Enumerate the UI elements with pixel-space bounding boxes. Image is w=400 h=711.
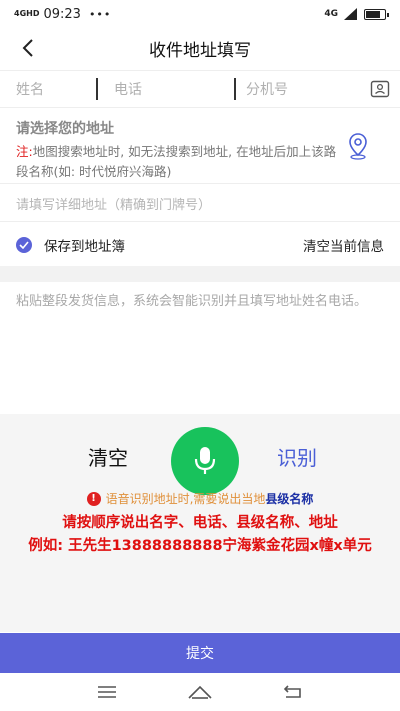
voice-panel: 清空 识别 ! 语音识别地址时,需要说出当地县级名称 请按顺序说出名字、电话、县… bbox=[0, 414, 400, 632]
status-bar: 4GHD 09:23 ••• 4G bbox=[0, 0, 400, 28]
check-circle-icon[interactable] bbox=[16, 237, 32, 253]
phone-input[interactable]: 电话 bbox=[96, 78, 234, 100]
system-nav-bar bbox=[0, 673, 400, 711]
back-arrow-icon bbox=[284, 685, 302, 698]
menu-icon bbox=[97, 686, 116, 698]
voice-clear-button[interactable]: 清空 bbox=[88, 442, 128, 471]
contact-row: 姓名 电话 分机号 bbox=[0, 70, 400, 108]
address-note-prefix: 注: bbox=[16, 144, 33, 159]
home-nav-button[interactable] bbox=[185, 680, 215, 704]
voice-instruction-1: 请按顺序说出名字、电话、县级名称、地址 bbox=[62, 515, 338, 531]
voice-instruction-2: 例如: 王先生13888888888宁海紫金花园x幢x单元 bbox=[28, 538, 372, 554]
save-row: 保存到地址簿 清空当前信息 bbox=[0, 224, 400, 266]
location-pin-icon[interactable] bbox=[346, 132, 370, 160]
network-indicator-right: 4G bbox=[324, 9, 338, 19]
nav-bar: 收件地址填写 bbox=[0, 28, 400, 68]
chevron-left-icon bbox=[22, 39, 33, 57]
detail-address-input[interactable]: 请填写详细地址（精确到门牌号） bbox=[0, 186, 400, 222]
save-to-address-book-label[interactable]: 保存到地址簿 bbox=[44, 235, 125, 255]
home-icon bbox=[188, 685, 212, 699]
microphone-button[interactable] bbox=[171, 427, 239, 495]
submit-button[interactable]: 提交 bbox=[0, 633, 400, 673]
back-button[interactable] bbox=[14, 34, 42, 62]
paste-info-textarea[interactable]: 粘贴整段发货信息，系统会智能识别并且填写地址姓名电话。 bbox=[0, 282, 400, 414]
name-input[interactable]: 姓名 bbox=[0, 71, 96, 107]
page-title: 收件地址填写 bbox=[149, 40, 251, 61]
address-select-title: 请选择您的地址 bbox=[16, 121, 114, 137]
menu-nav-button[interactable] bbox=[92, 680, 122, 704]
voice-tip-text: 语音识别地址时,需要说出当地 bbox=[105, 492, 266, 506]
address-note: 注:地图搜索地址时, 如无法搜索到地址, 在地址后加上该路段名称(如: 时代悦府… bbox=[16, 142, 340, 182]
signal-icon bbox=[344, 8, 357, 20]
section-divider bbox=[0, 266, 400, 282]
network-indicator: 4GHD bbox=[14, 9, 40, 18]
status-right: 4G bbox=[324, 8, 389, 20]
address-note-text: 地图搜索地址时, 如无法搜索到地址, 在地址后加上该路段名称(如: 时代悦府兴海… bbox=[16, 144, 337, 179]
clear-current-info-button[interactable]: 清空当前信息 bbox=[303, 235, 384, 255]
warning-icon: ! bbox=[86, 491, 101, 506]
voice-tip-bold: 县级名称 bbox=[265, 492, 314, 506]
microphone-icon bbox=[194, 447, 216, 474]
extension-input[interactable]: 分机号 bbox=[234, 78, 360, 100]
battery-icon bbox=[364, 8, 389, 20]
voice-tip: ! 语音识别地址时,需要说出当地县级名称 bbox=[0, 490, 400, 507]
recognize-button[interactable]: 识别 bbox=[277, 442, 317, 471]
back-nav-button[interactable] bbox=[278, 680, 308, 704]
status-time: 09:23 bbox=[43, 6, 81, 22]
contact-book-button[interactable] bbox=[360, 71, 400, 107]
notification-icons: ••• bbox=[88, 7, 112, 21]
contact-book-icon bbox=[370, 80, 390, 98]
address-select[interactable]: 请选择您的地址 注:地图搜索地址时, 如无法搜索到地址, 在地址后加上该路段名称… bbox=[0, 110, 400, 184]
